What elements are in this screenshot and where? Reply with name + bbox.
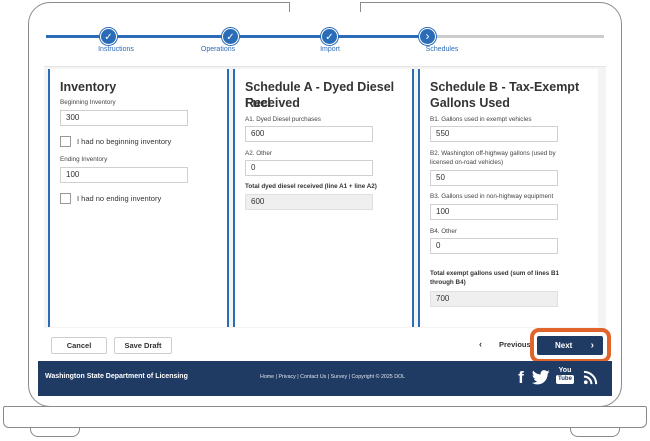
laptop-base <box>3 406 647 428</box>
progress-stepper: ✓ ✓ ✓ › Instructions Operations Import S… <box>38 12 612 60</box>
no-beginning-inventory-row[interactable]: I had no beginning inventory <box>60 135 171 147</box>
step-label-operations[interactable]: Operations <box>201 46 235 53</box>
schedule-a-title-line2: Received <box>245 96 300 110</box>
b1-label: B1. Gallons used in exempt vehicles <box>430 116 532 123</box>
cancel-button[interactable]: Cancel <box>51 337 107 354</box>
schedules-content: Inventory Beginning Inventory 300 I had … <box>44 66 606 328</box>
laptop-foot-right <box>570 427 620 437</box>
rss-icon[interactable] <box>582 370 598 390</box>
next-button-highlight <box>530 328 611 363</box>
youtube-text-top: You <box>558 367 572 374</box>
stepper-line-remaining <box>426 35 604 38</box>
b3-non-highway-input[interactable]: 100 <box>430 204 558 220</box>
inventory-title: Inventory <box>60 80 117 94</box>
step-label-import[interactable]: Import <box>320 46 340 53</box>
youtube-text-bottom: Tube <box>556 375 574 384</box>
a1-dyed-diesel-input[interactable]: 600 <box>245 126 373 142</box>
laptop-foot-left <box>30 427 80 437</box>
b4-label: B4. Other <box>430 228 457 235</box>
save-draft-button[interactable]: Save Draft <box>114 337 172 354</box>
schedule-b-total-label-line2: through B4) <box>430 279 466 286</box>
previous-button[interactable]: ‹ Previous <box>477 337 535 354</box>
ending-inventory-input[interactable]: 100 <box>60 167 188 183</box>
schedule-a-panel: Schedule A - Dyed Diesel Fuel Received A… <box>233 69 414 327</box>
action-bar: Cancel Save Draft ‹ Previous Next › <box>38 331 612 361</box>
no-ending-inventory-checkbox[interactable] <box>60 192 71 204</box>
beginning-inventory-label: Beginning Inventory <box>60 99 116 106</box>
inventory-panel: Inventory Beginning Inventory 300 I had … <box>48 69 229 327</box>
schedule-b-panel: Schedule B - Tax-Exempt Gallons Used B1.… <box>418 69 598 327</box>
schedule-b-title-line1: Schedule B - Tax-Exempt <box>430 80 580 94</box>
schedule-b-total-value: 700 <box>430 291 558 307</box>
screen: ✓ ✓ ✓ › Instructions Operations Import S… <box>38 12 612 396</box>
b4-other-input[interactable]: 0 <box>430 238 558 254</box>
step-schedules-chevron-right-icon: › <box>419 28 436 45</box>
site-footer: Washington State Department of Licensing… <box>38 361 612 396</box>
footer-org-name: Washington State Department of Licensing <box>45 373 188 380</box>
b2-label-line2: licensed on-road vehicles) <box>430 159 504 166</box>
a1-label: A1. Dyed Diesel purchases <box>245 116 321 123</box>
b1-exempt-vehicles-input[interactable]: 550 <box>430 126 558 142</box>
a2-label: A2. Other <box>245 150 272 157</box>
no-beginning-inventory-label: I had no beginning inventory <box>77 136 172 146</box>
no-ending-inventory-row[interactable]: I had no ending inventory <box>60 192 161 204</box>
chevron-left-icon: ‹ <box>479 339 482 349</box>
no-beginning-inventory-checkbox[interactable] <box>60 135 71 147</box>
beginning-inventory-input[interactable]: 300 <box>60 110 188 126</box>
step-operations-check-icon: ✓ <box>222 28 239 45</box>
schedule-a-total-label: Total dyed diesel received (line A1 + li… <box>245 183 377 190</box>
step-import-check-icon: ✓ <box>321 28 338 45</box>
b3-label: B3. Gallons used in non-highway equipmen… <box>430 193 554 200</box>
schedule-a-total-value: 600 <box>245 194 373 210</box>
b2-off-highway-input[interactable]: 50 <box>430 170 558 186</box>
step-instructions-check-icon: ✓ <box>100 28 117 45</box>
ending-inventory-label: Ending Inventory <box>60 156 108 163</box>
youtube-icon[interactable]: You Tube <box>556 367 574 387</box>
b2-label-line1: B2. Washington off-highway gallons (used… <box>430 150 556 157</box>
footer-links[interactable]: Home | Privacy | Contact Us | Survey | C… <box>260 374 405 380</box>
previous-button-label: Previous <box>499 340 531 349</box>
step-label-instructions[interactable]: Instructions <box>98 46 134 53</box>
facebook-icon[interactable]: f <box>515 368 527 388</box>
schedule-b-total-label-line1: Total exempt gallons used (sum of lines … <box>430 270 559 277</box>
step-label-schedules[interactable]: Schedules <box>426 46 459 53</box>
twitter-icon[interactable] <box>531 370 550 390</box>
schedule-b-title-line2: Gallons Used <box>430 96 510 110</box>
no-ending-inventory-label: I had no ending inventory <box>77 193 162 203</box>
a2-other-input[interactable]: 0 <box>245 160 373 176</box>
